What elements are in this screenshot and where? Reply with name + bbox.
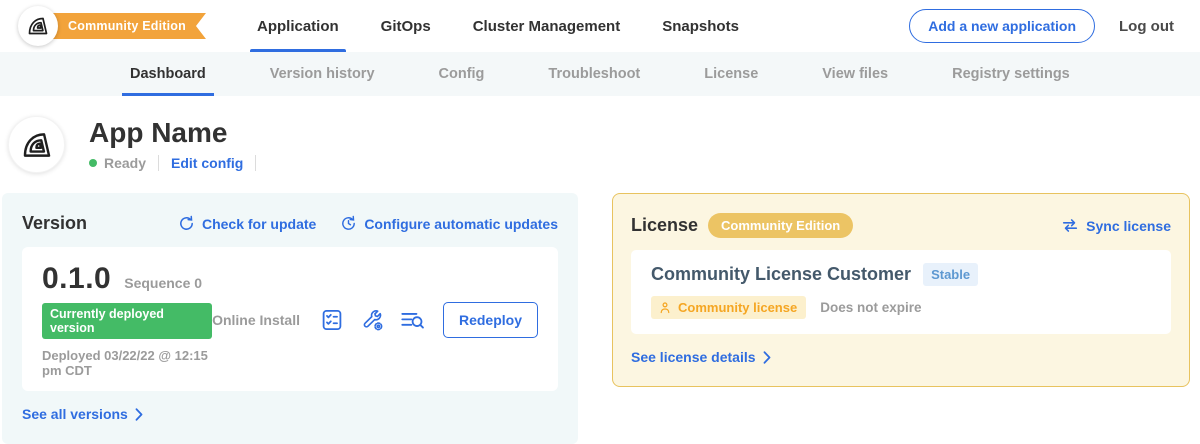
tab-config[interactable]: Config <box>439 52 485 96</box>
customer-name: Community License Customer <box>651 264 911 285</box>
tab-view-files[interactable]: View files <box>822 52 888 96</box>
app-header-text: App Name Ready Edit config <box>89 118 268 172</box>
configure-automatic-updates-link[interactable]: Configure automatic updates <box>340 215 558 232</box>
replicated-mark-icon <box>20 128 54 162</box>
top-navbar: Community Edition Application GitOps Clu… <box>0 0 1200 52</box>
version-action-icons <box>320 308 425 332</box>
edition-badge: Community Edition <box>708 213 853 238</box>
view-logs-icon[interactable] <box>400 309 425 332</box>
customer-row: Community License Customer Stable <box>651 263 1151 286</box>
tab-dashboard[interactable]: Dashboard <box>130 52 206 96</box>
deployed-timestamp: Deployed 03/22/22 @ 12:15 pm CDT <box>42 348 212 378</box>
edition-ribbon: Community Edition <box>32 13 206 39</box>
page-title: App Name <box>89 118 268 149</box>
license-card-footer: See license details <box>631 349 1171 367</box>
version-info: 0.1.0 Sequence 0 Currently deployed vers… <box>42 262 212 378</box>
tab-troubleshoot[interactable]: Troubleshoot <box>548 52 640 96</box>
replicated-logo[interactable] <box>18 6 58 46</box>
version-card-footer: See all versions <box>22 406 558 424</box>
primary-nav: Application GitOps Cluster Management Sn… <box>254 0 742 52</box>
deployed-status-badge: Currently deployed version <box>42 303 212 339</box>
tab-registry-settings[interactable]: Registry settings <box>952 52 1070 96</box>
replicated-mark-icon <box>26 14 50 38</box>
license-card: License Community Edition Sync license C… <box>612 193 1190 387</box>
license-type-row: Community license Does not expire <box>651 296 1151 319</box>
dashboard: Version Check for update Configure au <box>0 173 1200 444</box>
nav-item-snapshots[interactable]: Snapshots <box>659 0 742 52</box>
current-version-panel: 0.1.0 Sequence 0 Currently deployed vers… <box>22 247 558 391</box>
see-license-details-link[interactable]: See license details <box>631 349 771 365</box>
chevron-right-icon <box>135 408 143 421</box>
app-logo <box>8 116 65 173</box>
sync-arrows-icon <box>1061 218 1079 233</box>
version-card-title: Version <box>22 213 87 234</box>
add-application-button[interactable]: Add a new application <box>909 9 1095 43</box>
sync-license-link[interactable]: Sync license <box>1061 218 1171 234</box>
nav-item-application[interactable]: Application <box>254 0 342 52</box>
sequence-label: Sequence 0 <box>124 275 202 291</box>
license-card-header: License Community Edition Sync license <box>631 213 1171 238</box>
app-status-row: Ready Edit config <box>89 155 268 171</box>
config-wrench-icon[interactable] <box>360 308 384 332</box>
status-dot-ready <box>89 159 97 167</box>
nav-item-gitops[interactable]: GitOps <box>378 0 434 52</box>
app-subnav: Dashboard Version history Config Trouble… <box>0 52 1200 96</box>
brand: Community Edition <box>18 6 214 46</box>
install-type-label: Online Install <box>212 312 300 328</box>
license-type-badge: Community license <box>651 296 806 319</box>
divider <box>255 155 256 171</box>
license-title-wrap: License Community Edition <box>631 213 853 238</box>
expiry-label: Does not expire <box>820 300 921 315</box>
check-for-update-link[interactable]: Check for update <box>178 215 316 232</box>
version-card-header: Version Check for update Configure au <box>22 213 558 234</box>
person-icon <box>658 301 672 315</box>
refresh-icon <box>178 215 195 232</box>
version-card: Version Check for update Configure au <box>2 193 578 444</box>
chevron-right-icon <box>763 351 771 364</box>
see-all-versions-link[interactable]: See all versions <box>22 406 143 422</box>
divider <box>158 155 159 171</box>
app-header: App Name Ready Edit config <box>0 96 1200 173</box>
version-card-actions: Check for update Configure automatic upd… <box>178 215 558 232</box>
logout-button[interactable]: Log out <box>1119 18 1174 35</box>
edit-config-link[interactable]: Edit config <box>171 155 243 171</box>
license-details-panel: Community License Customer Stable Commun… <box>631 250 1171 334</box>
redeploy-button[interactable]: Redeploy <box>443 302 538 338</box>
version-number-row: 0.1.0 Sequence 0 <box>42 262 212 296</box>
navbar-right: Add a new application Log out <box>909 0 1174 52</box>
version-number: 0.1.0 <box>42 262 111 296</box>
preflight-checks-icon[interactable] <box>320 308 344 332</box>
clock-refresh-icon <box>340 215 357 232</box>
nav-item-cluster-management[interactable]: Cluster Management <box>470 0 624 52</box>
channel-badge: Stable <box>923 263 978 286</box>
tab-version-history[interactable]: Version history <box>270 52 375 96</box>
tab-license[interactable]: License <box>704 52 758 96</box>
status-label: Ready <box>104 155 146 171</box>
license-card-title: License <box>631 215 698 236</box>
